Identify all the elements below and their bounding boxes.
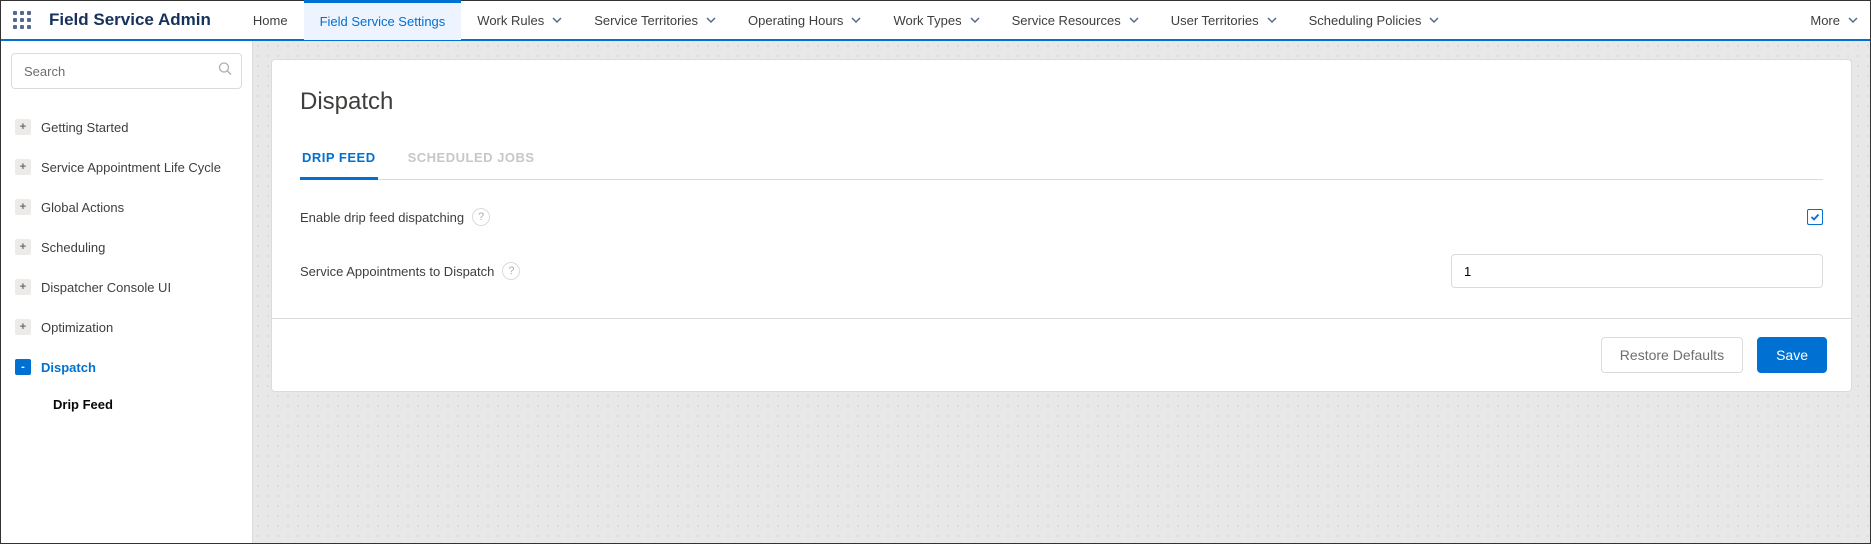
sidebar-item-scheduling[interactable]: + Scheduling — [11, 227, 242, 267]
chevron-down-icon — [1267, 13, 1277, 28]
sidebar-item-label: Global Actions — [41, 200, 124, 215]
sidebar-item-service-appointment-life-cycle[interactable]: + Service Appointment Life Cycle — [11, 147, 242, 187]
nav-tab-work-rules[interactable]: Work Rules — [461, 0, 578, 40]
nav-tabs: HomeField Service SettingsWork RulesServ… — [237, 0, 1455, 40]
app-launcher-icon[interactable] — [13, 11, 31, 29]
app-title: Field Service Admin — [49, 10, 211, 30]
workspace: + Getting Started + Service Appointment Lif… — [1, 41, 1870, 543]
help-icon[interactable]: ? — [472, 208, 490, 226]
chevron-down-icon — [970, 13, 980, 28]
top-navigation: Field Service Admin HomeField Service Se… — [1, 1, 1870, 41]
more-menu[interactable]: More — [1810, 13, 1858, 28]
subtab-scheduled-jobs[interactable]: Scheduled Jobs — [406, 140, 537, 179]
chevron-down-icon — [1848, 13, 1858, 28]
expand-icon[interactable]: + — [15, 119, 31, 135]
enable-drip-feed-row: Enable drip feed dispatching ? — [300, 208, 1823, 226]
nav-tab-home[interactable]: Home — [237, 0, 304, 40]
sidebar-item-label: Dispatch — [41, 360, 96, 375]
help-icon[interactable]: ? — [502, 262, 520, 280]
sidebar-item-label: Dispatcher Console UI — [41, 280, 171, 295]
page-title: Dispatch — [300, 88, 1823, 116]
enable-drip-feed-checkbox[interactable] — [1807, 209, 1823, 225]
chevron-down-icon — [1129, 13, 1139, 28]
chevron-down-icon — [706, 13, 716, 28]
chevron-down-icon — [851, 13, 861, 28]
sidebar-item-optimization[interactable]: + Optimization — [11, 307, 242, 347]
appointments-to-dispatch-row: Service Appointments to Dispatch ? — [300, 254, 1823, 288]
nav-tab-scheduling-policies[interactable]: Scheduling Policies — [1293, 0, 1456, 40]
sidebar: + Getting Started + Service Appointment Lif… — [1, 41, 253, 543]
expand-icon[interactable]: + — [15, 319, 31, 335]
sidebar-item-label: Service Appointment Life Cycle — [41, 160, 221, 175]
main-panel: Dispatch Drip Feed Scheduled Jobs Enable … — [271, 59, 1852, 392]
subtabs: Drip Feed Scheduled Jobs — [300, 140, 1823, 180]
expand-icon[interactable]: + — [15, 199, 31, 215]
nav-tab-field-service-settings[interactable]: Field Service Settings — [304, 0, 462, 40]
sidebar-item-getting-started[interactable]: + Getting Started — [11, 107, 242, 147]
sidebar-child-drip-feed[interactable]: Drip Feed — [11, 387, 242, 422]
sidebar-item-dispatch[interactable]: -Dispatch — [11, 347, 242, 387]
save-button[interactable]: Save — [1757, 337, 1827, 373]
more-label: More — [1810, 13, 1840, 28]
collapse-icon[interactable]: - — [15, 359, 31, 375]
sidebar-item-label: Optimization — [41, 320, 113, 335]
nav-tab-operating-hours[interactable]: Operating Hours — [732, 0, 877, 40]
subtab-drip-feed[interactable]: Drip Feed — [300, 140, 378, 180]
sidebar-tree: + Getting Started + Service Appointment Lif… — [11, 107, 242, 422]
nav-tab-user-territories[interactable]: User Territories — [1155, 0, 1293, 40]
search-input[interactable] — [11, 53, 242, 89]
sidebar-item-global-actions[interactable]: + Global Actions — [11, 187, 242, 227]
expand-icon[interactable]: + — [15, 279, 31, 295]
sidebar-item-label: Scheduling — [41, 240, 105, 255]
sidebar-item-label: Getting Started — [41, 120, 128, 135]
nav-tab-service-territories[interactable]: Service Territories — [578, 0, 732, 40]
content-area: Dispatch Drip Feed Scheduled Jobs Enable … — [253, 41, 1870, 543]
panel-footer: Restore Defaults Save — [272, 318, 1851, 391]
restore-defaults-button[interactable]: Restore Defaults — [1601, 337, 1743, 373]
chevron-down-icon — [552, 13, 562, 28]
search-icon — [218, 62, 232, 81]
nav-tab-service-resources[interactable]: Service Resources — [996, 0, 1155, 40]
sidebar-item-dispatcher-console-ui[interactable]: + Dispatcher Console UI — [11, 267, 242, 307]
chevron-down-icon — [1429, 13, 1439, 28]
expand-icon[interactable]: + — [15, 239, 31, 255]
search-wrap — [11, 53, 242, 89]
nav-tab-work-types[interactable]: Work Types — [877, 0, 995, 40]
appointments-to-dispatch-label: Service Appointments to Dispatch ? — [300, 262, 520, 280]
appointments-to-dispatch-input[interactable] — [1451, 254, 1823, 288]
enable-drip-feed-label: Enable drip feed dispatching ? — [300, 208, 490, 226]
expand-icon[interactable]: + — [15, 159, 31, 175]
